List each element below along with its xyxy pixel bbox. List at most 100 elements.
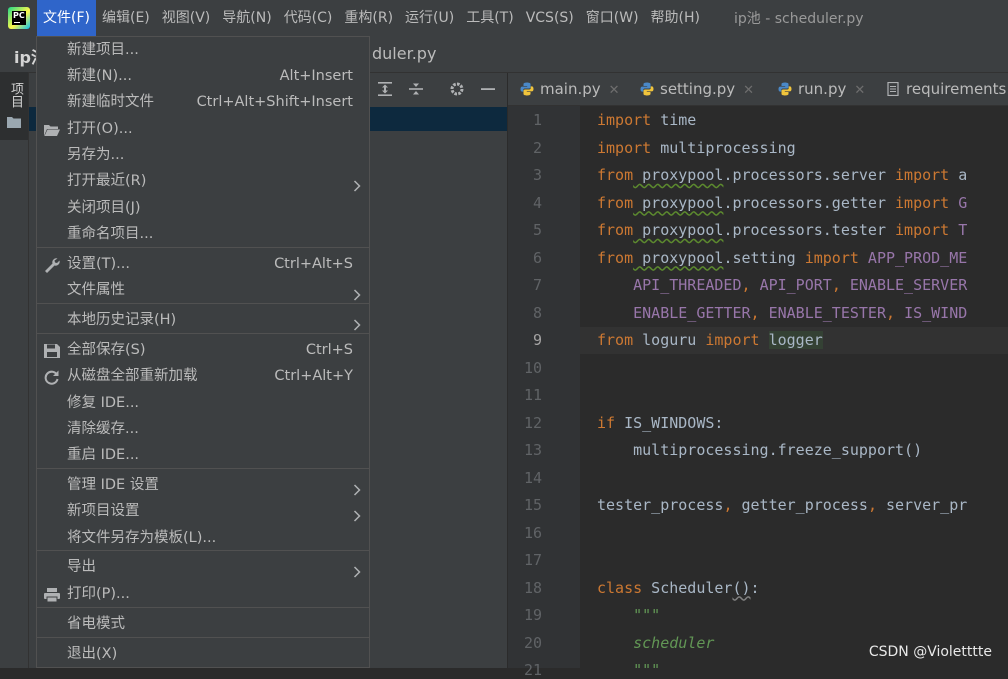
line-number[interactable]: 10 — [508, 359, 542, 377]
code-line: multiprocessing.freeze_support() — [597, 437, 922, 464]
line-number[interactable]: 20 — [508, 634, 542, 652]
file-menu-item-9[interactable]: 文件属性 — [37, 277, 369, 303]
tab-main-py[interactable]: main.py ✕ — [520, 73, 620, 105]
code-token: IS_WIND — [904, 303, 968, 322]
line-number[interactable]: 7 — [508, 276, 542, 294]
code-token: , — [831, 276, 850, 294]
tab-label: requirements. — [906, 80, 1008, 98]
menu-item-label: 省电模式 — [67, 616, 125, 632]
code-token: getter_process — [741, 496, 868, 514]
code-line: """ — [597, 602, 660, 629]
tab-run-py[interactable]: run.py ✕ — [778, 73, 865, 105]
file-menu-item-19[interactable]: 导出 — [37, 554, 369, 580]
menu-separator — [37, 550, 369, 551]
line-number[interactable]: 15 — [508, 496, 542, 514]
menu-separator — [37, 247, 369, 248]
line-number[interactable]: 6 — [508, 249, 542, 267]
python-file-icon — [640, 82, 654, 96]
code-token: multiprocessing.freeze_support() — [597, 441, 923, 459]
file-menu-item-2[interactable]: 新建临时文件 Ctrl+Alt+Shift+Insert — [37, 89, 369, 115]
file-menu-item-1[interactable]: 新建(N)... Alt+Insert — [37, 63, 369, 89]
code-token: .processors.getter — [723, 193, 896, 212]
file-menu-item-17[interactable]: 新项目设置 — [37, 498, 369, 524]
file-menu-item-15[interactable]: 重启 IDE... — [37, 442, 369, 468]
line-number[interactable]: 9 — [508, 331, 542, 349]
code-token: a — [949, 166, 968, 184]
menu-run[interactable]: 运行(U) — [399, 0, 460, 36]
tab-requirements[interactable]: requirements. — [886, 73, 1008, 105]
menu-item-label: 重命名项目... — [67, 226, 154, 242]
menu-bar: PC 文件(F) 编辑(E) 视图(V) 导航(N) 代码(C) 重构(R) 运… — [0, 0, 1008, 36]
hide-panel-icon[interactable] — [480, 81, 496, 97]
file-menu-item-22[interactable]: 退出(X) — [37, 641, 369, 667]
line-number[interactable]: 11 — [508, 386, 542, 404]
file-menu-item-12[interactable]: 从磁盘全部重新加载 Ctrl+Alt+Y — [37, 363, 369, 389]
menu-file[interactable]: 文件(F) — [37, 0, 96, 36]
menu-code[interactable]: 代码(C) — [278, 0, 339, 36]
menu-item-label: 新建项目... — [67, 42, 139, 58]
file-menu-item-11[interactable]: 全部保存(S) Ctrl+S — [37, 337, 369, 363]
pycharm-logo-icon: PC — [8, 7, 30, 29]
menu-view[interactable]: 视图(V) — [156, 0, 217, 36]
file-menu-item-3[interactable]: 打开(O)... — [37, 116, 369, 142]
line-number[interactable]: 5 — [508, 221, 542, 239]
menu-tools[interactable]: 工具(T) — [460, 0, 519, 36]
line-number[interactable]: 21 — [508, 661, 542, 679]
line-number[interactable]: 18 — [508, 579, 542, 597]
breadcrumb-file[interactable]: duler.py — [372, 44, 436, 63]
file-menu-item-14[interactable]: 清除缓存... — [37, 416, 369, 442]
file-menu-item-0[interactable]: 新建项目... — [37, 37, 369, 63]
file-menu-item-16[interactable]: 管理 IDE 设置 — [37, 472, 369, 498]
file-menu-dropdown: 新建项目... 新建(N)... Alt+Insert 新建临时文件 Ctrl+Alt+… — [36, 36, 370, 668]
menu-edit[interactable]: 编辑(E) — [96, 0, 156, 36]
code-token: tester_process — [597, 496, 724, 514]
code-token: """ — [597, 661, 660, 668]
file-menu-item-6[interactable]: 关闭项目(J) — [37, 195, 369, 221]
tab-setting-py[interactable]: setting.py ✕ — [640, 73, 754, 105]
close-icon[interactable]: ✕ — [609, 83, 620, 98]
close-icon[interactable]: ✕ — [743, 83, 754, 98]
menu-separator — [37, 303, 369, 304]
collapse-all-icon[interactable] — [408, 81, 424, 97]
code-line: ENABLE_GETTER, ENABLE_TESTER, IS_WIND — [597, 300, 967, 327]
code-line: import multiprocessing — [597, 135, 796, 162]
code-token: from — [597, 248, 634, 267]
line-number[interactable]: 2 — [508, 139, 542, 157]
line-number[interactable]: 16 — [508, 524, 542, 542]
line-number[interactable]: 4 — [508, 194, 542, 212]
line-number[interactable]: 12 — [508, 414, 542, 432]
project-tool-window-button[interactable]: 项目 — [0, 72, 28, 140]
menu-separator — [37, 468, 369, 469]
menu-vcs[interactable]: VCS(S) — [520, 0, 580, 36]
file-menu-item-8[interactable]: 设置(T)... Ctrl+Alt+S — [37, 251, 369, 277]
code-editor[interactable]: import time import multiprocessing from pr… — [580, 106, 1008, 668]
line-number[interactable]: 1 — [508, 111, 542, 129]
line-number[interactable]: 8 — [508, 304, 542, 322]
file-menu-item-4[interactable]: 另存为... — [37, 142, 369, 168]
menu-window[interactable]: 窗口(W) — [580, 0, 645, 36]
line-number[interactable]: 17 — [508, 551, 542, 569]
file-menu-item-13[interactable]: 修复 IDE... — [37, 390, 369, 416]
file-menu-item-7[interactable]: 重命名项目... — [37, 221, 369, 247]
gear-icon[interactable] — [449, 81, 465, 97]
code-line: """ — [597, 657, 660, 668]
menu-item-shortcut: Alt+Insert — [279, 68, 353, 84]
file-menu-item-20[interactable]: 打印(P)... — [37, 581, 369, 607]
code-token: T — [949, 221, 968, 239]
file-menu-item-5[interactable]: 打开最近(R) — [37, 168, 369, 194]
line-number[interactable]: 3 — [508, 166, 542, 184]
file-menu-item-18[interactable]: 将文件另存为模板(L)... — [37, 525, 369, 551]
expand-all-icon[interactable] — [377, 81, 393, 97]
menu-item-label: 本地历史记录(H) — [67, 312, 177, 328]
line-number[interactable]: 14 — [508, 469, 542, 487]
menu-refactor[interactable]: 重构(R) — [338, 0, 399, 36]
file-menu-item-21[interactable]: 省电模式 — [37, 611, 369, 637]
close-icon[interactable]: ✕ — [854, 83, 865, 98]
editor-tabs: main.py ✕ setting.py ✕ run.py ✕ requirement… — [508, 73, 1008, 106]
file-menu-item-10[interactable]: 本地历史记录(H) — [37, 307, 369, 333]
menu-navigate[interactable]: 导航(N) — [216, 0, 277, 36]
menu-help[interactable]: 帮助(H) — [645, 0, 706, 36]
line-number[interactable]: 19 — [508, 606, 542, 624]
line-number[interactable]: 13 — [508, 441, 542, 459]
menu-item-label: 打开(O)... — [67, 121, 133, 137]
